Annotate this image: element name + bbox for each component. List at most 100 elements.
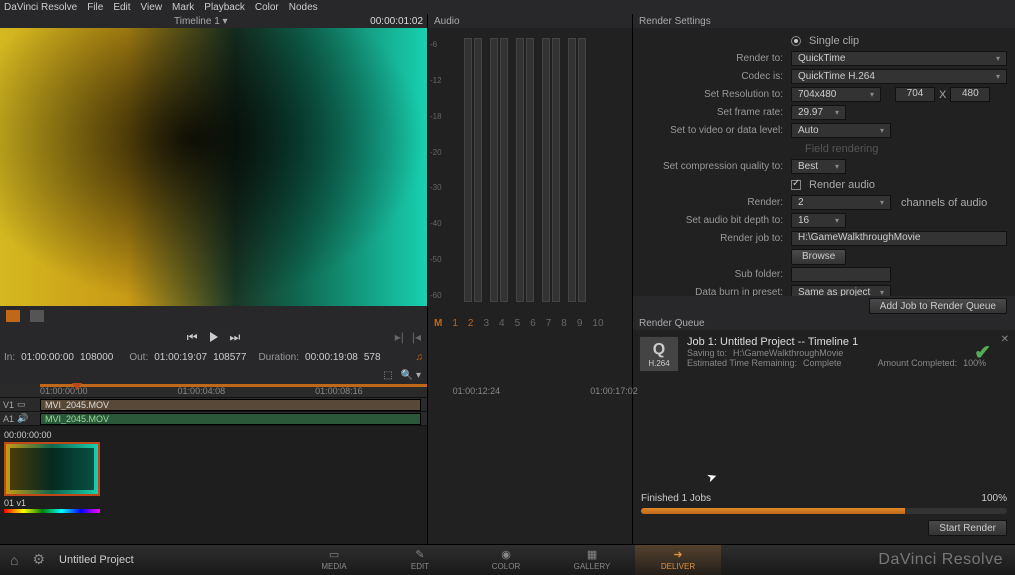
finished-label: Finished 1 Jobs <box>641 493 711 504</box>
job-remove-icon[interactable]: ✕ <box>1001 334 1009 345</box>
menu-view[interactable]: View <box>141 2 163 13</box>
audio-clip[interactable]: MVI_2045.MOV <box>40 413 421 425</box>
meter <box>500 38 508 302</box>
audio-note-icon[interactable]: ♫ <box>416 352 424 363</box>
playhead-icon[interactable] <box>72 383 82 390</box>
tab-deliver[interactable]: ➜DELIVER <box>635 545 721 575</box>
render-audio-checkbox[interactable] <box>791 180 801 190</box>
render-queue-job[interactable]: QH.264 Job 1: Untitled Project -- Timeli… <box>633 330 1015 378</box>
tab-edit[interactable]: ✎EDIT <box>377 545 463 575</box>
tl-tool-search-icon[interactable]: 🔍 ▾ <box>401 370 421 381</box>
level-label: Set to video or data level: <box>641 125 791 136</box>
media-bin: 00:00:00:00 01 v1 <box>0 426 427 517</box>
step-back-icon[interactable]: ▸| <box>395 330 404 344</box>
mute-toggle[interactable]: M <box>434 318 442 329</box>
ch-3[interactable]: 3 <box>483 318 489 329</box>
meter-scale: -6-12-18-20-30-40-50-60 <box>430 40 442 300</box>
track-box-icon[interactable]: ▭ <box>17 399 26 410</box>
in-timecode[interactable]: 01:00:00:00 <box>21 352 74 363</box>
subfolder-label: Sub folder: <box>641 269 791 280</box>
viewer-mode-b-icon[interactable] <box>30 310 44 322</box>
quality-select[interactable]: Best <box>791 159 846 174</box>
ch-5[interactable]: 5 <box>515 318 521 329</box>
timeline[interactable]: 01:00:00:00 01:00:04:08 01:00:08:16 01:0… <box>0 384 427 544</box>
ch-7[interactable]: 7 <box>546 318 552 329</box>
ch-8[interactable]: 8 <box>561 318 567 329</box>
render-to-label: Render to: <box>641 53 791 64</box>
preview-timecode: 00:00:01:02 <box>370 16 423 27</box>
duration-label: Duration: <box>258 352 299 363</box>
ch-9[interactable]: 9 <box>577 318 583 329</box>
grid-icon: ▦ <box>587 548 597 561</box>
preview-viewer[interactable] <box>0 28 427 306</box>
audio-track[interactable]: A1🔊 MVI_2045.MOV <box>0 412 427 426</box>
clip-thumbnail[interactable] <box>4 442 100 496</box>
step-fwd-icon[interactable]: |◂ <box>412 330 421 344</box>
next-clip-icon[interactable]: ⏭ <box>230 330 241 345</box>
meter <box>568 38 576 302</box>
prev-clip-icon[interactable]: ⏮ <box>187 330 198 345</box>
home-icon[interactable]: ⌂ <box>10 552 18 568</box>
meter <box>552 38 560 302</box>
single-clip-radio[interactable] <box>791 36 801 46</box>
render-to-select[interactable]: QuickTime <box>791 51 1007 66</box>
tab-color[interactable]: ◉COLOR <box>463 545 549 575</box>
start-render-button[interactable]: Start Render <box>928 520 1007 536</box>
tab-media[interactable]: ▭MEDIA <box>291 545 377 575</box>
speaker-icon[interactable]: 🔊 <box>17 413 28 424</box>
in-frame: 108000 <box>80 352 113 363</box>
viewer-mode-a-icon[interactable] <box>6 310 20 322</box>
out-timecode[interactable]: 01:00:19:07 <box>154 352 207 363</box>
play-icon[interactable] <box>210 332 218 342</box>
channels-of-label: channels of audio <box>901 197 987 209</box>
menu-edit[interactable]: Edit <box>113 2 130 13</box>
browse-button[interactable]: Browse <box>791 249 846 265</box>
saving-to-label: Saving to: <box>687 348 727 358</box>
menu-nodes[interactable]: Nodes <box>289 2 318 13</box>
ch-1[interactable]: 1 <box>452 318 458 329</box>
pencil-icon: ✎ <box>415 548 424 561</box>
video-clip[interactable]: MVI_2045.MOV <box>40 399 421 411</box>
bitdepth-label: Set audio bit depth to: <box>641 215 791 226</box>
fps-select[interactable]: 29.97 <box>791 105 846 120</box>
ch-4[interactable]: 4 <box>499 318 505 329</box>
ch-2[interactable]: 2 <box>468 318 474 329</box>
bin-timecode: 00:00:00:00 <box>4 430 423 440</box>
tl-tool-link-icon[interactable]: ⬚ <box>383 370 392 381</box>
truck-icon: ➜ <box>673 548 682 561</box>
out-label: Out: <box>129 352 148 363</box>
meter <box>578 38 586 302</box>
ch-6[interactable]: 6 <box>530 318 536 329</box>
menu-mark[interactable]: Mark <box>172 2 194 13</box>
level-select[interactable]: Auto <box>791 123 891 138</box>
tab-gallery[interactable]: ▦GALLERY <box>549 545 635 575</box>
wheel-icon: ◉ <box>501 548 511 561</box>
res-x: X <box>939 89 946 101</box>
subfolder-input[interactable] <box>791 267 891 282</box>
render-job-path-input[interactable]: H:\GameWalkthroughMovie <box>791 231 1007 246</box>
add-job-button[interactable]: Add Job to Render Queue <box>869 298 1007 314</box>
timeline-name[interactable]: Timeline 1 ▾ <box>174 16 228 27</box>
timeline-ruler[interactable]: 01:00:00:00 01:00:04:08 01:00:08:16 01:0… <box>0 384 427 398</box>
burnin-select[interactable]: Same as project <box>791 285 891 296</box>
preview-header: Timeline 1 ▾ 00:00:01:02 <box>0 14 427 28</box>
menubar[interactable]: DaVinci Resolve File Edit View Mark Play… <box>0 0 1015 14</box>
menu-color[interactable]: Color <box>255 2 279 13</box>
channels-select[interactable]: 2 <box>791 195 891 210</box>
meter <box>516 38 524 302</box>
codec-select[interactable]: QuickTime H.264 <box>791 69 1007 84</box>
ch-10[interactable]: 10 <box>592 318 603 329</box>
menu-playback[interactable]: Playback <box>204 2 245 13</box>
video-track[interactable]: V1▭ MVI_2045.MOV <box>0 398 427 412</box>
gear-icon[interactable]: ⚙ <box>32 551 45 568</box>
res-width-input[interactable]: 704 <box>895 87 935 102</box>
bitdepth-select[interactable]: 16 <box>791 213 846 228</box>
res-height-input[interactable]: 480 <box>950 87 990 102</box>
in-out-bar: In: 01:00:00:00 108000 Out: 01:00:19:07 … <box>0 348 427 366</box>
menu-app[interactable]: DaVinci Resolve <box>4 2 77 13</box>
menu-file[interactable]: File <box>87 2 103 13</box>
render-channels-label: Render: <box>641 197 791 208</box>
etr-value: Complete <box>803 358 842 368</box>
meter <box>490 38 498 302</box>
resolution-select[interactable]: 704x480 <box>791 87 881 102</box>
